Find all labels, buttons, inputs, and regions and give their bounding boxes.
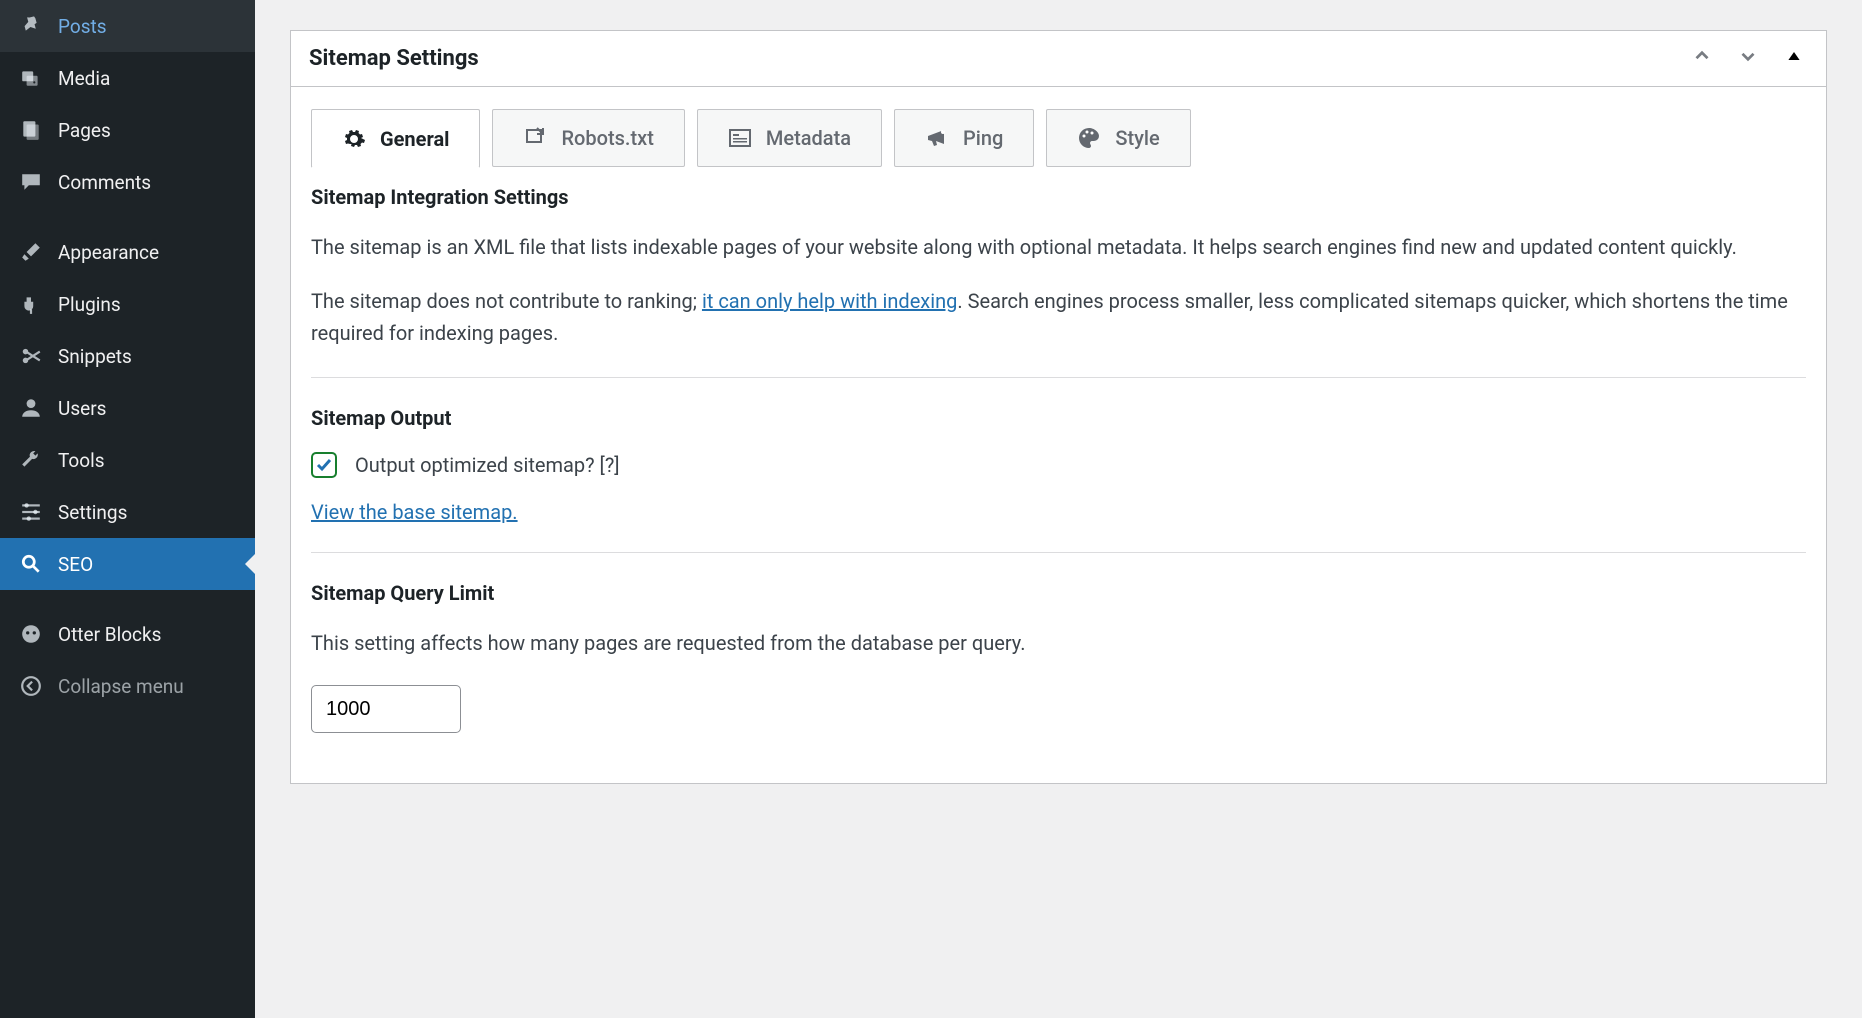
integration-title: Sitemap Integration Settings <box>311 185 1806 209</box>
sliders-icon <box>18 499 44 525</box>
tab-label: Metadata <box>766 126 851 150</box>
sidebar-item-plugins[interactable]: Plugins <box>0 278 255 330</box>
plug-icon <box>18 291 44 317</box>
sidebar-item-seo[interactable]: SEO <box>0 538 255 590</box>
export-icon <box>523 126 547 150</box>
sidebar-item-comments[interactable]: Comments <box>0 156 255 208</box>
move-down-button[interactable] <box>1734 45 1762 72</box>
sidebar-item-label: Plugins <box>58 293 121 316</box>
admin-sidebar: Posts Media Pages Comments Appearance Pl… <box>0 0 255 1018</box>
integration-p1: The sitemap is an XML file that lists in… <box>311 231 1806 263</box>
tab-ping[interactable]: Ping <box>894 109 1034 167</box>
query-limit-desc: This setting affects how many pages are … <box>311 627 1806 659</box>
sidebar-item-label: Settings <box>58 501 127 524</box>
sidebar-collapse-menu[interactable]: Collapse menu <box>0 660 255 712</box>
tabs: General Robots.txt Metadata <box>311 109 1806 167</box>
tab-label: Robots.txt <box>561 126 653 150</box>
user-icon <box>18 395 44 421</box>
scissors-icon <box>18 343 44 369</box>
pages-icon <box>18 117 44 143</box>
main-content: Sitemap Settings General <box>255 0 1862 1018</box>
metadata-icon <box>728 126 752 150</box>
sidebar-item-label: Comments <box>58 171 151 194</box>
postbox-header: Sitemap Settings <box>291 31 1826 87</box>
output-optimized-checkbox[interactable] <box>311 452 337 478</box>
toggle-panel-button[interactable] <box>1780 45 1808 72</box>
sidebar-item-label: Users <box>58 397 106 420</box>
text-span: The sitemap does not contribute to ranki… <box>311 289 702 313</box>
sidebar-item-otter-blocks[interactable]: Otter Blocks <box>0 608 255 660</box>
sidebar-item-pages[interactable]: Pages <box>0 104 255 156</box>
sidebar-item-label: Snippets <box>58 345 132 368</box>
divider <box>311 377 1806 378</box>
tab-style[interactable]: Style <box>1046 109 1190 167</box>
postbox-handle-actions <box>1688 45 1808 72</box>
brush-icon <box>18 239 44 265</box>
tab-label: Ping <box>963 126 1003 150</box>
sidebar-item-posts[interactable]: Posts <box>0 0 255 52</box>
tab-general[interactable]: General <box>311 109 480 168</box>
collapse-icon <box>18 673 44 699</box>
divider <box>311 552 1806 553</box>
sidebar-item-label: SEO <box>58 553 93 576</box>
pin-icon <box>18 13 44 39</box>
wrench-icon <box>18 447 44 473</box>
sidebar-item-media[interactable]: Media <box>0 52 255 104</box>
integration-p2: The sitemap does not contribute to ranki… <box>311 285 1806 349</box>
output-optimized-row: Output optimized sitemap? [?] <box>311 452 1806 478</box>
output-optimized-label: Output optimized sitemap? [?] <box>355 453 620 477</box>
sidebar-item-label: Collapse menu <box>58 675 184 698</box>
sidebar-item-label: Media <box>58 67 110 90</box>
tab-metadata[interactable]: Metadata <box>697 109 882 167</box>
palette-icon <box>1077 126 1101 150</box>
postbox-title: Sitemap Settings <box>309 46 1688 71</box>
sidebar-item-label: Posts <box>58 15 107 38</box>
view-base-sitemap-link[interactable]: View the base sitemap. <box>311 500 518 524</box>
postbox-body: General Robots.txt Metadata <box>291 87 1826 783</box>
otter-icon <box>18 621 44 647</box>
sidebar-item-label: Appearance <box>58 241 159 264</box>
sidebar-item-users[interactable]: Users <box>0 382 255 434</box>
megaphone-icon <box>925 126 949 150</box>
indexing-help-link[interactable]: it can only help with indexing <box>702 289 957 313</box>
view-sitemap-row: View the base sitemap. <box>311 500 1806 524</box>
query-limit-title: Sitemap Query Limit <box>311 581 1806 605</box>
search-icon <box>18 551 44 577</box>
sitemap-settings-box: Sitemap Settings General <box>290 30 1827 784</box>
tab-label: Style <box>1115 126 1159 150</box>
sidebar-item-label: Tools <box>58 449 105 472</box>
query-limit-input[interactable] <box>311 685 461 733</box>
tab-label: General <box>380 127 449 151</box>
sidebar-item-label: Pages <box>58 119 111 142</box>
gear-icon <box>342 127 366 151</box>
media-icon <box>18 65 44 91</box>
sidebar-item-tools[interactable]: Tools <box>0 434 255 486</box>
sidebar-item-label: Otter Blocks <box>58 623 161 646</box>
comment-icon <box>18 169 44 195</box>
sidebar-item-snippets[interactable]: Snippets <box>0 330 255 382</box>
output-title: Sitemap Output <box>311 406 1806 430</box>
move-up-button[interactable] <box>1688 45 1716 72</box>
tab-robots[interactable]: Robots.txt <box>492 109 684 167</box>
sidebar-item-settings[interactable]: Settings <box>0 486 255 538</box>
sidebar-item-appearance[interactable]: Appearance <box>0 226 255 278</box>
